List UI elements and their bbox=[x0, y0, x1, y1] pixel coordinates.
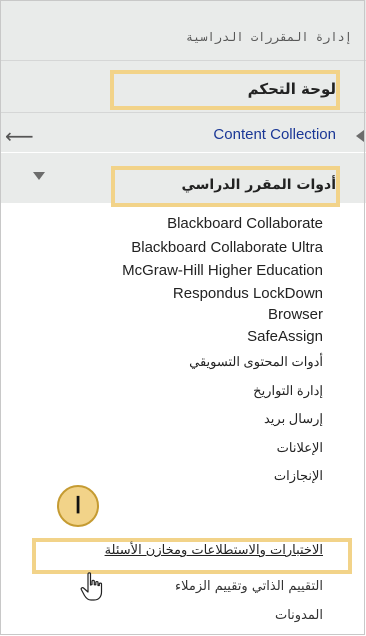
step-number-badge: ا bbox=[57, 485, 99, 527]
tests-surveys-pools-link[interactable]: الاختبارات والاستطلاعات ومخازن الأسئلة bbox=[105, 543, 323, 558]
tool-link-marketing-content[interactable]: أدوات المحتوى التسويقي bbox=[0, 348, 323, 377]
tool-link-mcgraw-hill[interactable]: McGraw-Hill Higher Education bbox=[0, 259, 323, 283]
course-admin-panel: إدارة المقررات الدراسية لوحة التحكم ⟵ Co… bbox=[0, 0, 366, 636]
tool-link-safeassign[interactable]: SafeAssign bbox=[0, 325, 323, 349]
tool-link-respondus-browser[interactable]: Browser bbox=[0, 304, 323, 325]
divider bbox=[0, 112, 366, 113]
tool-link-achievements[interactable]: الإنجازات bbox=[0, 462, 323, 491]
tool-link-send-email[interactable]: إرسال بريد bbox=[0, 405, 323, 434]
course-tools-list: Blackboard Collaborate Blackboard Collab… bbox=[0, 212, 323, 491]
tool-link-blackboard-collaborate[interactable]: Blackboard Collaborate bbox=[0, 212, 323, 236]
tool-link-date-management[interactable]: إدارة التواريخ bbox=[0, 377, 323, 406]
course-admin-title: إدارة المقررات الدراسية bbox=[185, 30, 352, 44]
tool-link-blackboard-collaborate-ultra[interactable]: Blackboard Collaborate Ultra bbox=[0, 236, 323, 260]
course-tools-highlight bbox=[111, 166, 340, 207]
tool-link-respondus-lockdown[interactable]: Respondus LockDown bbox=[0, 283, 323, 304]
tool-link-announcements[interactable]: الإعلانات bbox=[0, 434, 323, 463]
self-peer-assessment-link[interactable]: التقييم الذاتي وتقييم الزملاء bbox=[175, 579, 323, 594]
blogs-link[interactable]: المدونات bbox=[275, 608, 323, 623]
control-panel-highlight bbox=[110, 70, 340, 110]
divider bbox=[0, 60, 366, 61]
content-collection-link[interactable]: Content Collection bbox=[213, 126, 336, 143]
content-collection-caret-icon[interactable] bbox=[356, 130, 364, 142]
chevron-down-icon[interactable] bbox=[33, 172, 45, 180]
hand-pointer-icon bbox=[80, 572, 103, 601]
arrow-left-icon[interactable]: ⟵ bbox=[5, 126, 34, 146]
